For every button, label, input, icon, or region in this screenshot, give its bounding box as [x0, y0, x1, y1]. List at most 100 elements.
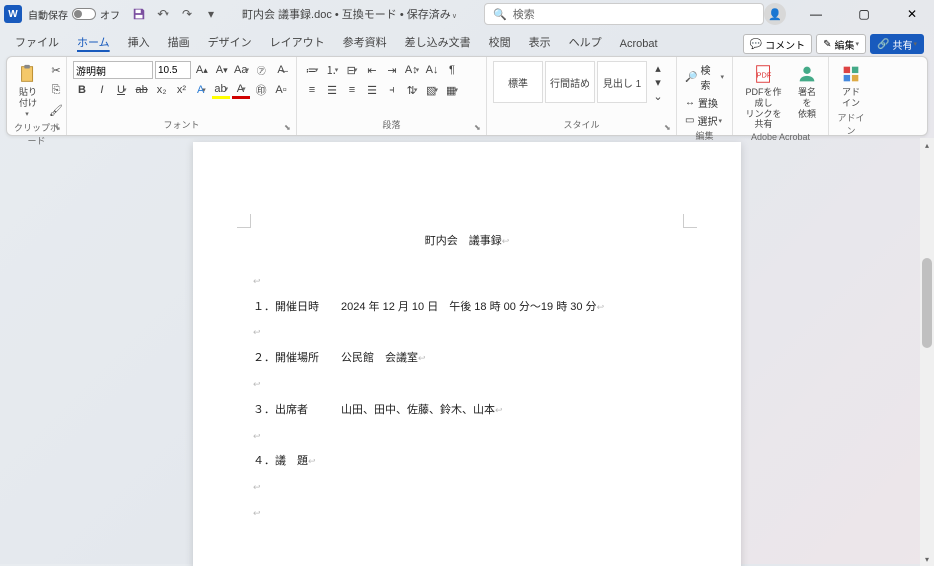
- editing-mode-button[interactable]: ✎ 編集 ▾: [816, 34, 866, 54]
- italic-button[interactable]: I: [93, 81, 111, 99]
- char-border-button[interactable]: A▫: [272, 81, 290, 99]
- autosave-toggle[interactable]: [72, 8, 96, 20]
- decrease-font-button[interactable]: A▾: [213, 61, 231, 79]
- decrease-indent-button[interactable]: ⇤: [363, 61, 381, 79]
- tab-design[interactable]: デザイン: [199, 30, 261, 54]
- close-button[interactable]: ✕: [894, 0, 930, 28]
- copy-button[interactable]: ⎘: [47, 81, 65, 99]
- empty-para: ↩: [253, 272, 681, 292]
- style-normal[interactable]: 標準: [493, 61, 543, 103]
- tab-layout[interactable]: レイアウト: [261, 30, 334, 54]
- comments-button[interactable]: 💬 コメント: [743, 34, 812, 54]
- search-box[interactable]: 🔍 検索: [484, 3, 764, 25]
- align-left-button[interactable]: ≡: [303, 81, 321, 99]
- clear-format-button[interactable]: A̶: [272, 61, 290, 79]
- redo-button[interactable]: ↷: [176, 3, 198, 25]
- tab-references[interactable]: 参考資料: [334, 30, 396, 54]
- qat-customize[interactable]: ▾: [200, 3, 222, 25]
- search-placeholder: 検索: [513, 6, 535, 22]
- document-area: 町内会 議事録↩ ↩ １．開催日時 2024 年 12 月 10 日 午後 18…: [0, 138, 934, 566]
- font-size-input[interactable]: [155, 61, 191, 79]
- styles-more-up[interactable]: ▴: [649, 61, 667, 75]
- increase-indent-button[interactable]: ⇥: [383, 61, 401, 79]
- show-marks-button[interactable]: ¶: [443, 61, 461, 79]
- select-button[interactable]: ▭ 選択▾: [683, 112, 726, 129]
- align-center-button[interactable]: ☰: [323, 81, 341, 99]
- crop-mark-tl: [237, 214, 251, 228]
- paste-button[interactable]: 貼り付け▾: [13, 61, 43, 121]
- clipboard-launcher[interactable]: ⬊: [54, 123, 64, 133]
- word-icon: W: [4, 5, 22, 23]
- vertical-scrollbar[interactable]: ▴ ▾: [920, 138, 934, 566]
- phonetic-guide-button[interactable]: ㋐: [252, 61, 270, 79]
- tab-draw[interactable]: 描画: [159, 30, 199, 54]
- bullets-button[interactable]: ≔▾: [303, 61, 321, 79]
- empty-para: ↩: [253, 504, 681, 524]
- addins-button[interactable]: アド イン: [835, 61, 867, 111]
- minimize-button[interactable]: —: [798, 0, 834, 28]
- font-name-input[interactable]: [73, 61, 153, 79]
- underline-button[interactable]: U▾: [113, 81, 131, 99]
- distribute-button[interactable]: ⫞: [383, 81, 401, 99]
- undo-button[interactable]: ↶▾: [152, 3, 174, 25]
- ribbon-tabs: ファイル ホーム 挿入 描画 デザイン レイアウト 参考資料 差し込み文書 校閲…: [0, 28, 934, 54]
- maximize-button[interactable]: ▢: [846, 0, 882, 28]
- tab-review[interactable]: 校閲: [480, 30, 520, 54]
- numbering-button[interactable]: ⒈▾: [323, 61, 341, 79]
- page[interactable]: 町内会 議事録↩ ↩ １．開催日時 2024 年 12 月 10 日 午後 18…: [193, 142, 741, 566]
- tab-insert[interactable]: 挿入: [119, 30, 159, 54]
- tab-mailings[interactable]: 差し込み文書: [396, 30, 480, 54]
- tab-file[interactable]: ファイル: [6, 30, 68, 54]
- align-right-button[interactable]: ≡: [343, 81, 361, 99]
- justify-button[interactable]: ☰: [363, 81, 381, 99]
- subscript-button[interactable]: x₂: [153, 81, 171, 99]
- create-pdf-button[interactable]: PDF PDFを作成し リンクを共有: [739, 61, 788, 132]
- format-painter-button[interactable]: 🖌: [47, 101, 65, 119]
- styles-more-all[interactable]: ⌄: [649, 89, 667, 103]
- style-heading1[interactable]: 見出し 1: [597, 61, 647, 103]
- increase-font-button[interactable]: A▴: [193, 61, 211, 79]
- style-nospacing[interactable]: 行間詰め: [545, 61, 595, 103]
- scroll-thumb[interactable]: [922, 258, 932, 348]
- cut-button[interactable]: ✂: [47, 61, 65, 79]
- enclose-char-button[interactable]: ㊞: [252, 81, 270, 99]
- save-button[interactable]: [128, 3, 150, 25]
- tab-acrobat[interactable]: Acrobat: [611, 34, 667, 54]
- font-color-button[interactable]: A▾: [232, 81, 250, 99]
- request-sign-button[interactable]: 署名を 依頼: [792, 61, 822, 121]
- empty-para: ↩: [253, 427, 681, 447]
- document-title: 町内会 議事録.doc • 互換モード • 保存済み ∨: [222, 6, 484, 22]
- tab-view[interactable]: 表示: [520, 30, 560, 54]
- tab-help[interactable]: ヘルプ: [560, 30, 611, 54]
- tab-home[interactable]: ホーム: [68, 30, 119, 54]
- text-direction-button[interactable]: A↕▾: [403, 61, 421, 79]
- change-case-button[interactable]: Aa▾: [233, 61, 251, 79]
- group-editing: 🔎 検索▾ ↔ 置換 ▭ 選択▾ 編集: [677, 57, 733, 135]
- scroll-up-button[interactable]: ▴: [920, 138, 934, 152]
- doc-heading: 町内会 議事録↩: [253, 232, 681, 252]
- line-agenda: ４．議 題↩: [253, 452, 681, 472]
- search-icon: 🔍: [493, 8, 507, 21]
- line-spacing-button[interactable]: ⇅▾: [403, 81, 421, 99]
- sort-button[interactable]: A↓: [423, 61, 441, 79]
- share-button[interactable]: 🔗 共有 ▾: [870, 34, 924, 54]
- styles-launcher[interactable]: ⬊: [664, 123, 674, 133]
- text-effects-button[interactable]: A▾: [192, 81, 210, 99]
- user-avatar[interactable]: 👤: [764, 3, 786, 25]
- borders-button[interactable]: ▦▾: [443, 81, 461, 99]
- styles-more-down[interactable]: ▾: [649, 75, 667, 89]
- titlebar: W 自動保存 オフ ↶▾ ↷ ▾ 町内会 議事録.doc • 互換モード • 保…: [0, 0, 934, 28]
- bold-button[interactable]: B: [73, 81, 91, 99]
- autosave[interactable]: 自動保存 オフ: [28, 7, 120, 22]
- multilevel-button[interactable]: ⊟▾: [343, 61, 361, 79]
- replace-button[interactable]: ↔ 置換: [683, 94, 726, 111]
- superscript-button[interactable]: x²: [173, 81, 191, 99]
- shading-button[interactable]: ▧▾: [423, 81, 441, 99]
- empty-para: ↩: [253, 323, 681, 343]
- find-button[interactable]: 🔎 検索▾: [683, 61, 726, 93]
- strike-button[interactable]: ab: [133, 81, 151, 99]
- font-launcher[interactable]: ⬊: [284, 123, 294, 133]
- ribbon: 貼り付け▾ ✂ ⎘ 🖌 クリップボード ⬊ A▴ A▾ Aa▾ ㋐ A̶ B: [6, 56, 928, 136]
- paragraph-launcher[interactable]: ⬊: [474, 123, 484, 133]
- highlight-button[interactable]: ab▾: [212, 81, 230, 99]
